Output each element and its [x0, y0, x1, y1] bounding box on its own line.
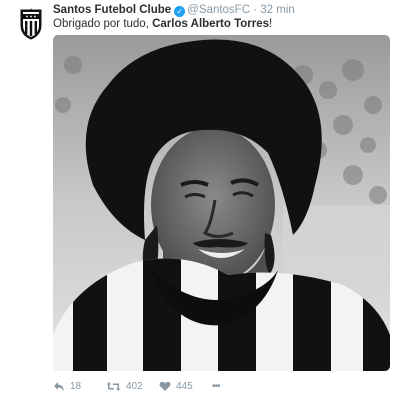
reply-button[interactable]: 18: [53, 381, 81, 392]
tweet-timestamp[interactable]: 32 min: [260, 4, 295, 16]
tweet-photo[interactable]: [53, 35, 390, 371]
reply-count: 18: [70, 381, 82, 392]
like-count: 445: [176, 381, 193, 392]
retweet-button[interactable]: 402: [106, 381, 143, 392]
verified-badge-icon: ✓: [174, 6, 186, 17]
retweet-icon: [106, 381, 121, 392]
heart-icon: [159, 381, 171, 392]
more-icon: •••: [212, 381, 220, 392]
tweet-card: Santos Futebol Clube ✓ @SantosFC · 32 min …: [0, 0, 405, 405]
santos-crest-icon[interactable]: [18, 8, 44, 40]
reply-icon: [53, 381, 65, 392]
more-button[interactable]: •••: [212, 381, 220, 392]
retweet-count: 402: [126, 381, 143, 392]
tweet-actions: 18 402 445 •••: [53, 381, 397, 395]
author-name[interactable]: Santos Futebol Clube: [53, 4, 171, 16]
tweet-text-suffix: !: [269, 18, 273, 30]
tweet-text-prefix: Obrigado por tudo,: [53, 18, 153, 30]
tweet-text: Obrigado por tudo, Carlos Alberto Torres…: [53, 17, 397, 31]
tweet-text-bold: Carlos Alberto Torres: [152, 18, 270, 30]
separator: ·: [253, 4, 258, 16]
author-handle[interactable]: @SantosFC: [187, 4, 250, 16]
like-button[interactable]: 445: [159, 381, 193, 392]
tweet-header: Santos Futebol Clube ✓ @SantosFC · 32 min: [53, 3, 397, 17]
